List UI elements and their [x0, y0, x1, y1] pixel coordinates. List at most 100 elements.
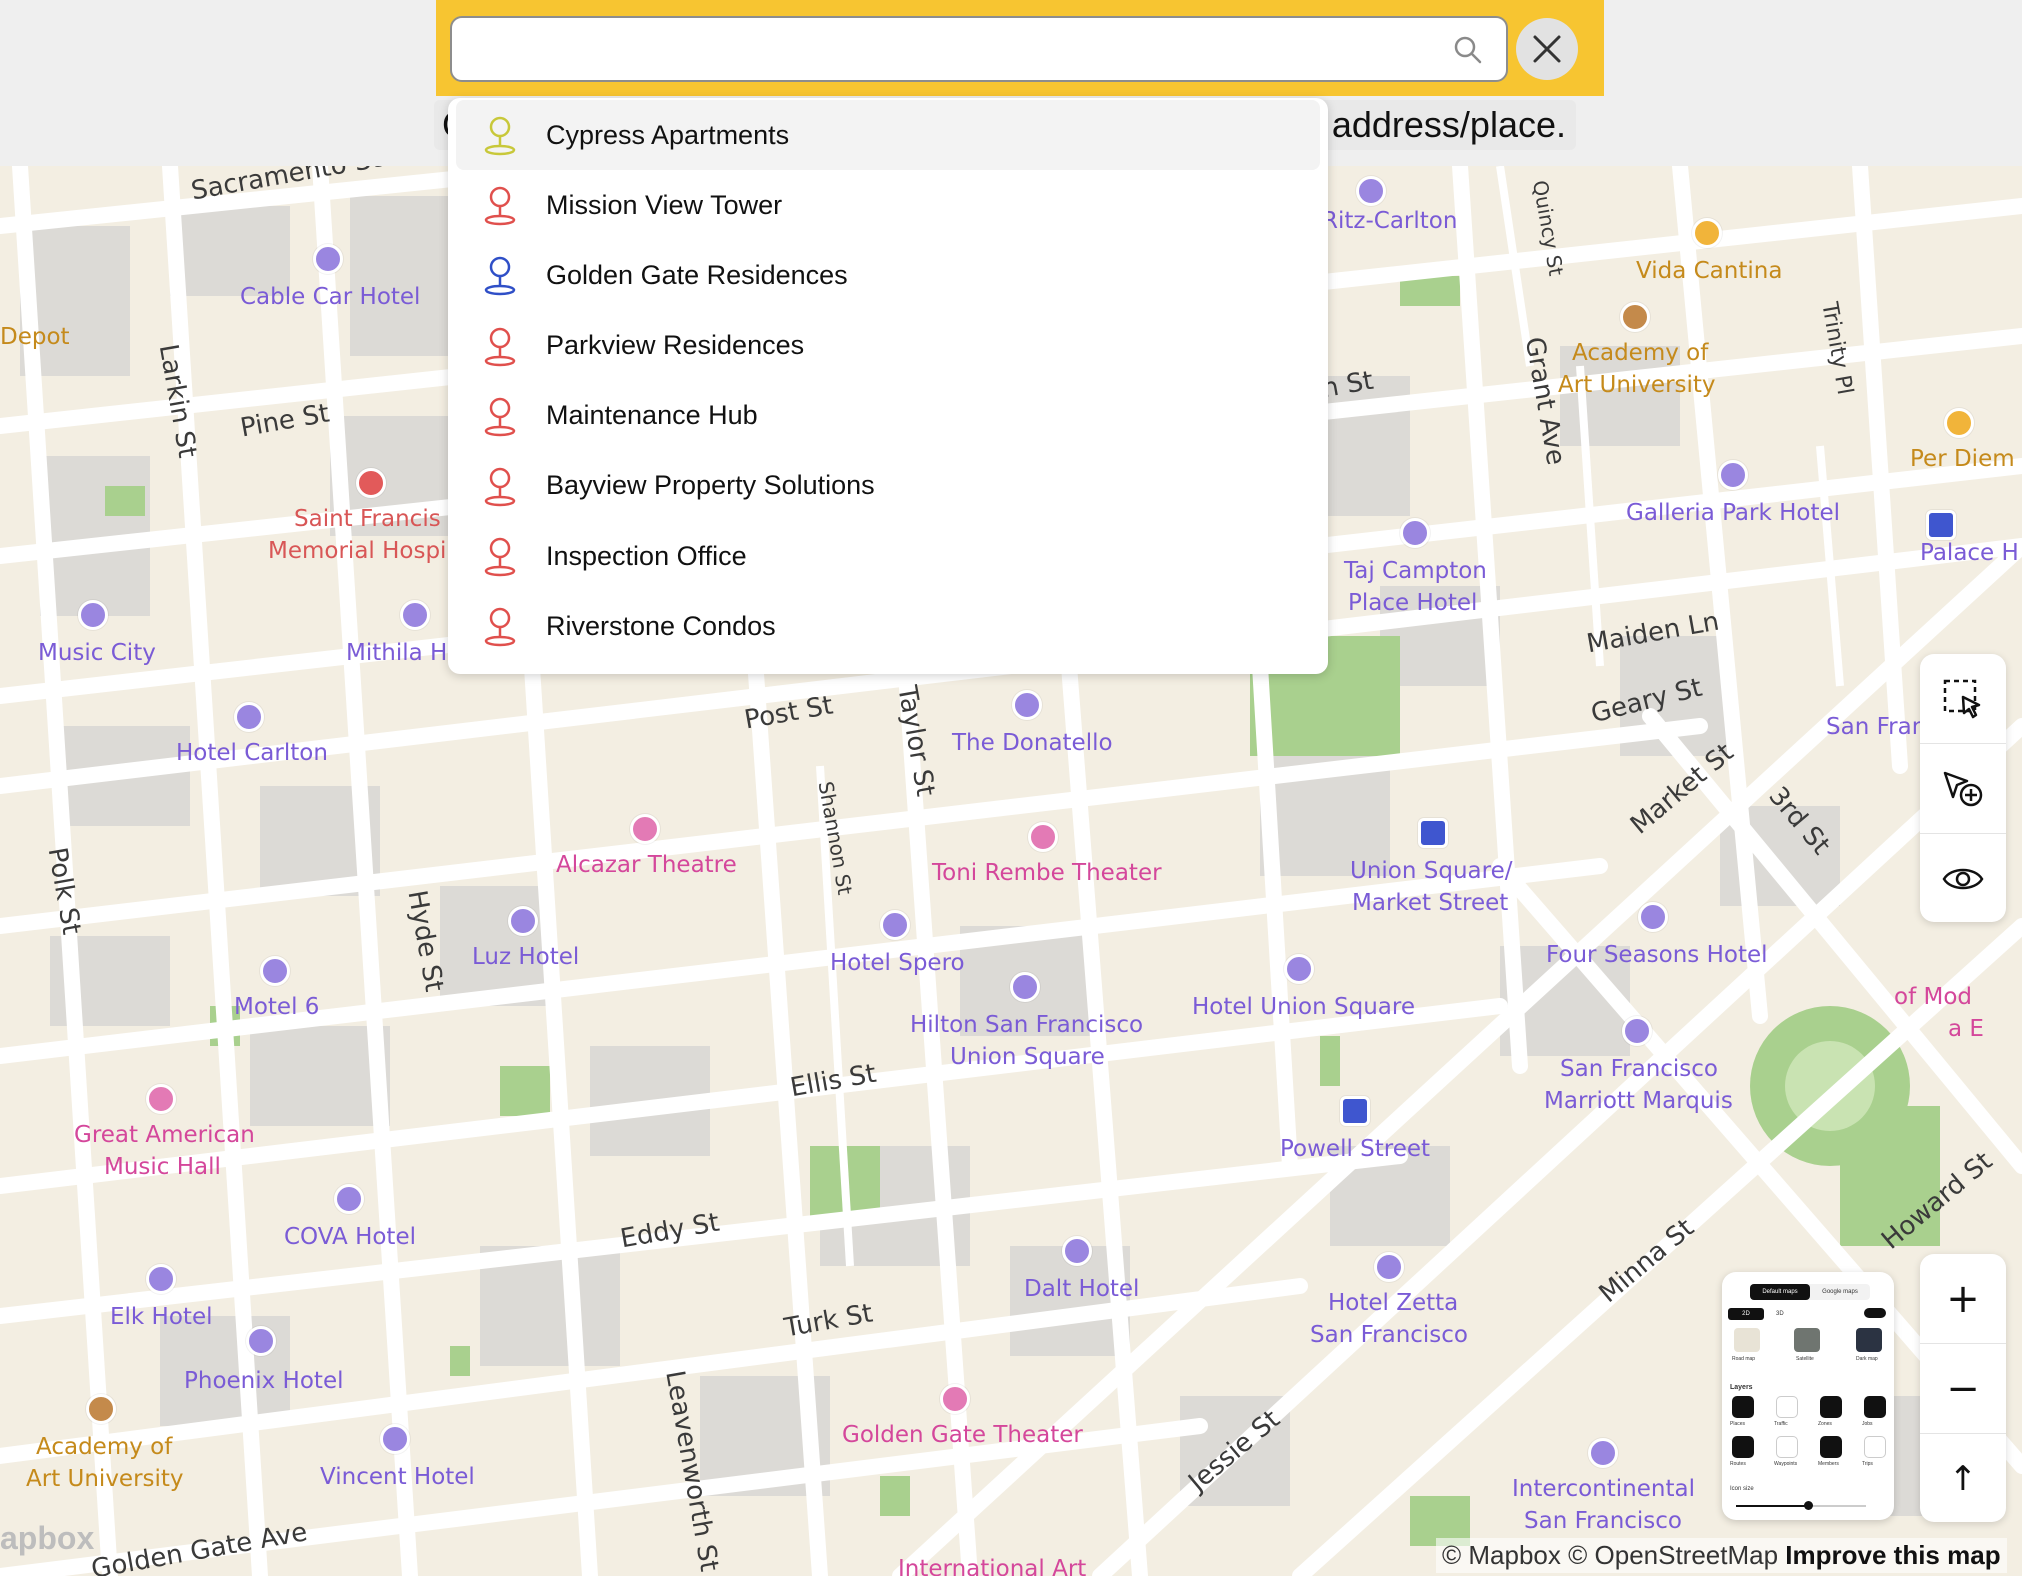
suggestion-label: Mission View Tower	[546, 189, 783, 220]
tab-default-maps[interactable]: Default maps	[1750, 1284, 1810, 1300]
poi-label[interactable]: a E	[1948, 1014, 1984, 1045]
poi-label[interactable]: San Francisco	[1560, 1054, 1718, 1085]
search-input[interactable]	[450, 16, 1508, 82]
poi-label[interactable]: Hilton San Francisco	[910, 1010, 1143, 1041]
poi-label[interactable]: Hotel Zetta	[1328, 1288, 1458, 1319]
suggestion-item[interactable]: Golden Gate Residences	[456, 240, 1320, 310]
poi-label[interactable]: Dalt Hotel	[1024, 1274, 1139, 1305]
search-hint-end: address/place.	[1331, 104, 1566, 145]
hotel-icon	[1356, 176, 1386, 206]
mode-2d-toggle[interactable]: 2D	[1728, 1308, 1764, 1320]
icon-size-slider[interactable]	[1803, 1501, 1813, 1510]
poi-label[interactable]: Powell Street	[1280, 1134, 1430, 1165]
poi-label[interactable]: The Donatello	[952, 728, 1113, 759]
theater-icon	[630, 814, 660, 844]
layer-toggle-members[interactable]	[1820, 1436, 1842, 1458]
suggestion-item[interactable]: Bayview Property Solutions	[456, 451, 1320, 521]
suggestion-item[interactable]: Inspection Office	[456, 521, 1320, 591]
layer-toggle-places[interactable]	[1732, 1396, 1754, 1418]
zoom-out-button[interactable]: −	[1920, 1344, 2006, 1433]
map-type-label: Satellite	[1796, 1356, 1814, 1362]
layer-toggle-routes[interactable]	[1732, 1436, 1754, 1458]
poi-label[interactable]: Academy of	[1572, 338, 1708, 369]
pin-outline-icon	[484, 327, 516, 366]
poi-label[interactable]: Intercontinental	[1512, 1474, 1695, 1505]
poi-label[interactable]: Mithila H	[346, 638, 447, 669]
suggestion-item[interactable]: Maintenance Hub	[456, 381, 1320, 451]
poi-label[interactable]: Depot	[0, 322, 70, 353]
poi-label[interactable]: Hotel Spero	[830, 948, 965, 979]
poi-label[interactable]: Cable Car Hotel	[240, 282, 420, 313]
suggestion-item[interactable]: Mission View Tower	[456, 170, 1320, 240]
visibility-button[interactable]	[1920, 834, 2006, 923]
pin-outline-icon	[484, 257, 516, 296]
layer-toggle-waypoints[interactable]	[1776, 1436, 1798, 1458]
zoom-in-button[interactable]: +	[1920, 1254, 2006, 1343]
poi-label[interactable]: Music Hall	[104, 1152, 221, 1183]
poi-label[interactable]: Elk Hotel	[110, 1302, 212, 1333]
suggestion-item[interactable]: Cypress Apartments	[456, 100, 1320, 170]
layer-toggle-zones[interactable]	[1820, 1396, 1842, 1418]
suggestion-item[interactable]: Riverstone Condos	[456, 591, 1320, 661]
poi-label[interactable]: Art University	[1558, 370, 1716, 401]
hotel-icon	[246, 1326, 276, 1356]
layer-toggle-jobs[interactable]	[1864, 1396, 1886, 1418]
reset-north-button[interactable]: ↑	[1920, 1434, 2006, 1523]
poi-label[interactable]: Per Diem	[1910, 444, 2015, 475]
layers-title: Layers	[1730, 1384, 1753, 1391]
toggle-switch[interactable]	[1864, 1308, 1886, 1318]
poi-label[interactable]: Art University	[26, 1464, 184, 1495]
poi-label[interactable]: Marriott Marquis	[1544, 1086, 1733, 1117]
layer-toggle-traffic[interactable]	[1776, 1396, 1798, 1418]
poi-label[interactable]: Academy of	[36, 1432, 172, 1463]
poi-label[interactable]: Toni Rembe Theater	[932, 858, 1162, 889]
poi-label[interactable]: Alcazar Theatre	[556, 850, 737, 881]
map-layers-card[interactable]: Default maps Google maps 2D 3D Road map …	[1722, 1272, 1894, 1520]
search-icon[interactable]	[1452, 34, 1484, 66]
poi-label[interactable]: Music City	[38, 638, 156, 669]
add-waypoint-button[interactable]	[1920, 744, 2006, 833]
mode-3d-toggle[interactable]: 3D	[1776, 1308, 1784, 1320]
poi-label[interactable]: Galleria Park Hotel	[1626, 498, 1840, 529]
poi-label[interactable]: Phoenix Hotel	[184, 1366, 343, 1397]
tab-google-maps[interactable]: Google maps	[1810, 1284, 1870, 1300]
poi-label[interactable]: Vincent Hotel	[320, 1462, 475, 1493]
poi-label[interactable]: of Mod	[1894, 982, 1972, 1013]
poi-label[interactable]: San Francisco	[1524, 1506, 1682, 1537]
select-area-button[interactable]	[1920, 654, 2006, 743]
suggestion-item[interactable]: Parkview Residences	[456, 311, 1320, 381]
mapbox-logo[interactable]: apbox	[0, 1520, 94, 1557]
dark-map-thumbnail[interactable]	[1856, 1328, 1882, 1352]
hotel-icon	[260, 956, 290, 986]
improve-map-link[interactable]: Improve this map	[1785, 1540, 2000, 1570]
poi-label[interactable]: Vida Cantina	[1636, 256, 1782, 287]
poi-label[interactable]: Union Square	[950, 1042, 1105, 1073]
poi-label[interactable]: Memorial Hospi	[268, 536, 446, 567]
poi-label[interactable]: Palace H	[1920, 538, 2019, 569]
poi-label[interactable]: Saint Francis	[294, 504, 441, 535]
hotel-icon	[1062, 1236, 1092, 1266]
poi-label[interactable]: San Francisco	[1310, 1320, 1468, 1351]
poi-label[interactable]: Great American	[74, 1120, 255, 1151]
layer-toggle-trips[interactable]	[1864, 1436, 1886, 1458]
poi-label[interactable]: Place Hotel	[1348, 588, 1477, 619]
road-map-thumbnail[interactable]	[1734, 1328, 1760, 1352]
poi-label[interactable]: Four Seasons Hotel	[1546, 940, 1768, 971]
poi-label[interactable]: Hotel Union Square	[1192, 992, 1415, 1023]
poi-label[interactable]: Taj Campton	[1344, 556, 1487, 587]
satellite-thumbnail[interactable]	[1794, 1328, 1820, 1352]
clear-search-button[interactable]	[1516, 18, 1578, 80]
poi-label[interactable]: COVA Hotel	[284, 1222, 416, 1253]
poi-label[interactable]: International Art	[898, 1554, 1086, 1576]
icon-size-fill	[1736, 1505, 1808, 1507]
poi-label[interactable]: Motel 6	[234, 992, 319, 1023]
poi-label[interactable]: Ritz-Carlton	[1322, 206, 1457, 237]
poi-label[interactable]: Hotel Carlton	[176, 738, 328, 769]
poi-label[interactable]: Market Street	[1352, 888, 1508, 919]
mapbox-attribution-link[interactable]: © Mapbox	[1442, 1540, 1561, 1570]
poi-label[interactable]: Union Square/	[1350, 856, 1512, 887]
pin-outline-icon	[484, 116, 516, 156]
poi-label[interactable]: Luz Hotel	[472, 942, 579, 973]
osm-attribution-link[interactable]: © OpenStreetMap	[1568, 1540, 1778, 1570]
poi-label[interactable]: Golden Gate Theater	[842, 1420, 1083, 1451]
